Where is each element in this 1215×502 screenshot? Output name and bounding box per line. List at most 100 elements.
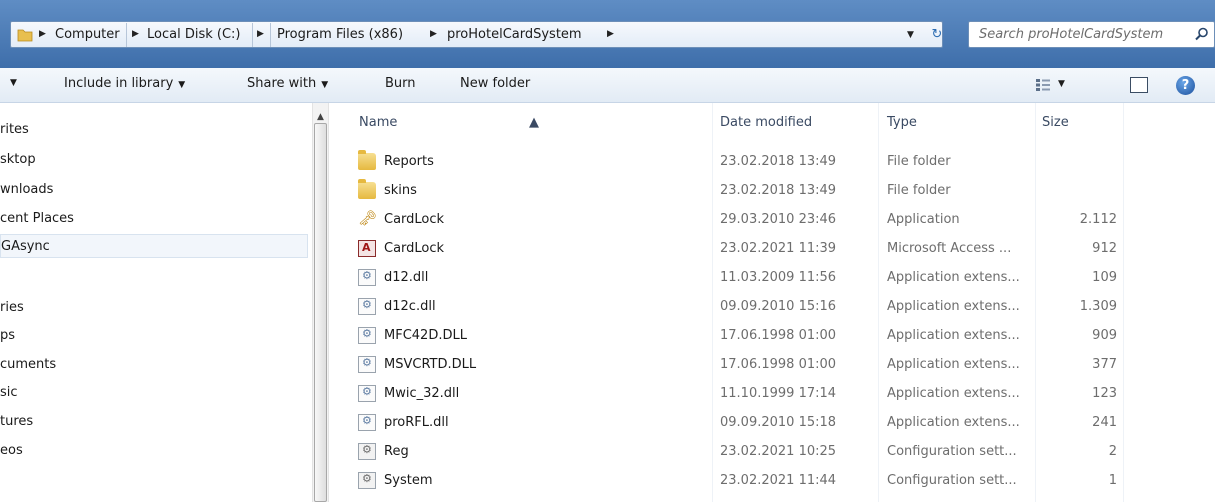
nav-item-documents[interactable]: cuments (0, 353, 308, 377)
file-name: CardLock (384, 212, 445, 227)
scrollbar-thumb[interactable] (314, 123, 327, 502)
column-header-label: Type (887, 115, 917, 130)
file-row[interactable]: d12.dll 11.03.2009 11:56 Application exten… (329, 263, 1131, 292)
nav-item-label: wnloads (0, 182, 54, 197)
file-size: 123 (1092, 386, 1117, 401)
nav-item-label: cuments (0, 357, 57, 372)
help-icon[interactable]: ? (1176, 76, 1195, 95)
column-header-date-modified[interactable]: Date modified (712, 103, 878, 143)
nav-item-desktop[interactable]: sktop (0, 148, 308, 172)
new-folder-button[interactable]: New folder (460, 76, 530, 91)
dll-icon (358, 298, 376, 315)
share-with-label: Share with (247, 76, 317, 91)
file-row[interactable]: Reg 23.02.2021 10:25 Configuration sett...… (329, 437, 1131, 466)
file-type: Application extens... (887, 357, 1020, 372)
view-options-caret-icon[interactable]: ▼ (1058, 79, 1065, 89)
chevron-right-icon[interactable]: ▶ (257, 29, 264, 39)
file-size: 909 (1092, 328, 1117, 343)
config-settings-icon (358, 472, 376, 489)
file-size: 2 (1108, 444, 1117, 459)
file-row[interactable]: d12c.dll 09.09.2010 15:16 Application exte… (329, 292, 1131, 321)
burn-button[interactable]: Burn (385, 76, 416, 91)
folder-icon (358, 179, 376, 199)
breadcrumb-computer[interactable]: Computer (55, 27, 120, 42)
column-header-name[interactable]: Name ▲ (329, 103, 712, 143)
chevron-right-icon[interactable]: ▶ (39, 29, 46, 39)
search-input[interactable]: Search proHotelCardSystem (968, 21, 1215, 48)
dll-icon (358, 414, 376, 431)
chevron-right-icon[interactable]: ▶ (607, 29, 614, 39)
column-header-type[interactable]: Type (878, 103, 1035, 143)
access-db-icon (358, 240, 376, 257)
folder-icon (358, 150, 376, 170)
address-bar-area: ▶ Computer ▶ Local Disk (C:) ▶ Program F… (0, 0, 1215, 68)
navigation-pane: rites sktop wnloads cent Places GAsync r… (0, 103, 312, 502)
file-size: 1.309 (1079, 299, 1117, 314)
nav-item-label: rites (0, 122, 29, 137)
file-name: System (384, 473, 433, 488)
nav-item-label: sic (0, 385, 18, 400)
nav-scrollbar[interactable]: ▲ (312, 103, 329, 502)
file-row[interactable]: skins 23.02.2018 13:49 File folder (329, 176, 1131, 205)
file-name: MFC42D.DLL (384, 328, 467, 343)
breadcrumb-current-folder[interactable]: proHotelCardSystem (447, 27, 582, 42)
file-type: Microsoft Access ... (887, 241, 1012, 256)
nav-item-label: cent Places (0, 211, 74, 226)
file-row[interactable]: Mwic_32.dll 11.10.1999 17:14 Application e… (329, 379, 1131, 408)
address-bar[interactable]: ▶ Computer ▶ Local Disk (C:) ▶ Program F… (10, 21, 943, 48)
nav-item-videos[interactable]: eos (0, 439, 308, 463)
dll-icon (358, 269, 376, 286)
search-icon[interactable] (1195, 27, 1209, 41)
nav-item-pictures[interactable]: tures (0, 410, 308, 434)
file-size: 109 (1092, 270, 1117, 285)
file-row[interactable]: System 23.02.2021 11:44 Configuration sett… (329, 466, 1131, 495)
nav-item-gasync[interactable]: GAsync (0, 234, 308, 258)
file-row[interactable]: CardLock 23.02.2021 11:39 Microsoft Access… (329, 234, 1131, 263)
folder-icon (17, 29, 33, 42)
organize-dropdown-caret[interactable]: ▼ (10, 78, 17, 88)
dll-icon (358, 385, 376, 402)
file-type: Application extens... (887, 270, 1020, 285)
file-type: Application (887, 212, 960, 227)
nav-item-label: eos (0, 443, 23, 458)
file-row[interactable]: MSVCRTD.DLL 17.06.1998 01:00 Application e… (329, 350, 1131, 379)
file-row[interactable]: Reports 23.02.2018 13:49 File folder (329, 147, 1131, 176)
chevron-right-icon[interactable]: ▶ (430, 29, 437, 39)
breadcrumb-program-files[interactable]: Program Files (x86) (277, 27, 403, 42)
nav-item-apps[interactable]: ps (0, 324, 308, 348)
chevron-down-icon: ▼ (178, 80, 186, 90)
file-date-modified: 23.02.2021 11:39 (720, 241, 837, 256)
breadcrumb-local-disk[interactable]: Local Disk (C:) (147, 27, 240, 42)
preview-pane-icon[interactable] (1130, 77, 1148, 93)
file-row[interactable]: CardLock 29.03.2010 23:46 Application 2.112 (329, 205, 1131, 234)
file-date-modified: 23.02.2018 13:49 (720, 183, 837, 198)
nav-item-downloads[interactable]: wnloads (0, 178, 308, 202)
sort-ascending-icon: ▲ (529, 115, 539, 130)
column-header-size[interactable]: Size (1035, 103, 1123, 143)
nav-item-music[interactable]: sic (0, 381, 308, 405)
file-type: Application extens... (887, 328, 1020, 343)
include-in-library-button[interactable]: Include in library ▼ (64, 76, 185, 91)
config-settings-icon (358, 443, 376, 460)
share-with-button[interactable]: Share with ▼ (247, 76, 328, 91)
file-row[interactable]: MFC42D.DLL 17.06.1998 01:00 Application ex… (329, 321, 1131, 350)
scroll-up-arrow-icon[interactable]: ▲ (317, 112, 324, 122)
file-name: skins (384, 183, 417, 198)
address-dropdown-icon[interactable]: ▼ (907, 30, 914, 40)
file-type: Application extens... (887, 299, 1020, 314)
file-date-modified: 17.06.1998 01:00 (720, 328, 837, 343)
chevron-right-icon[interactable]: ▶ (132, 29, 139, 39)
refresh-icon[interactable]: ↻ (927, 25, 947, 45)
nav-item-libraries[interactable]: ries (0, 296, 308, 320)
nav-item-label: ries (0, 300, 24, 315)
file-date-modified: 09.09.2010 15:18 (720, 415, 837, 430)
nav-item-label: tures (0, 414, 34, 429)
nav-item-favorites[interactable]: rites (0, 118, 308, 142)
column-header-label: Date modified (720, 115, 813, 130)
file-name: MSVCRTD.DLL (384, 357, 477, 372)
file-list: Name ▲ Date modified Type Size Reports 23… (329, 103, 1215, 502)
file-date-modified: 23.02.2021 10:25 (720, 444, 837, 459)
change-view-icon[interactable] (1035, 78, 1051, 92)
file-row[interactable]: proRFL.dll 09.09.2010 15:18 Application ex… (329, 408, 1131, 437)
nav-item-recent-places[interactable]: cent Places (0, 207, 308, 231)
